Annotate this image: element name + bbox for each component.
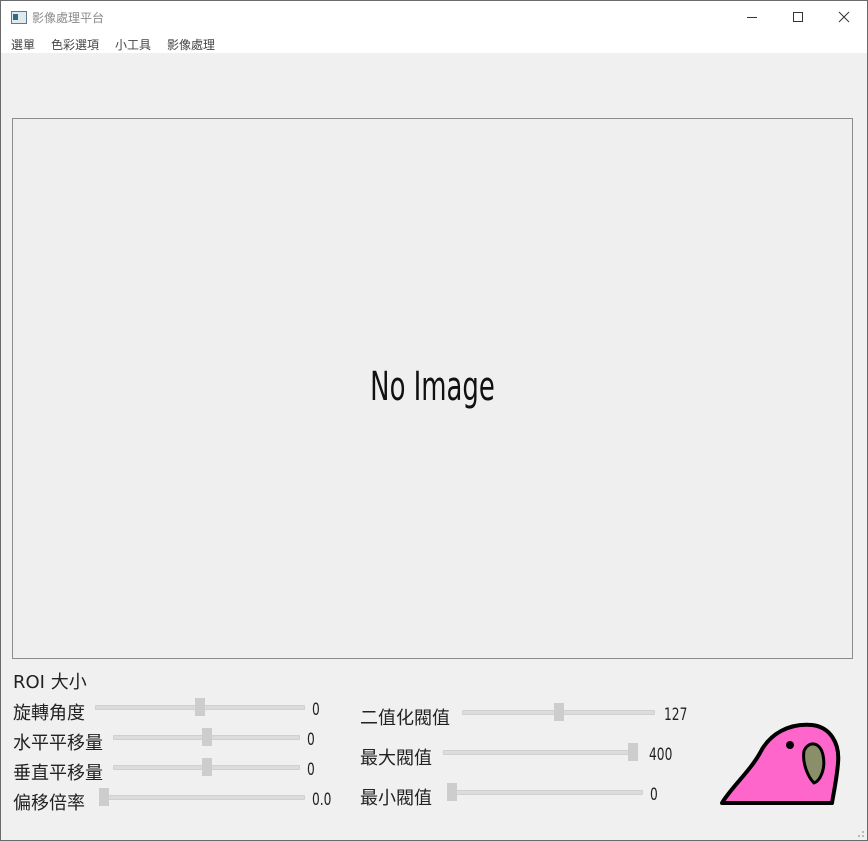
maximize-icon [793,12,803,22]
slider-handle[interactable] [447,783,457,801]
horizontal-shift-label: 水平平移量 [13,733,103,754]
title-bar[interactable]: 影像處理平台 [1,1,867,33]
maximize-button[interactable] [775,1,821,33]
offset-ratio-label: 偏移倍率 [13,793,85,814]
close-button[interactable] [821,1,867,33]
main-window: 影像處理平台 選單 色彩選項 小工具 影像處理 No Image ROI 大小 … [0,0,868,841]
minimize-button[interactable] [729,1,775,33]
min-threshold-slider[interactable] [447,783,643,801]
slider-track [443,750,638,755]
offset-ratio-slider[interactable] [99,788,305,806]
menu-item-main[interactable]: 選單 [11,36,35,53]
binarize-threshold-value: 127 [664,705,688,725]
menu-item-tools[interactable]: 小工具 [115,36,151,53]
menu-item-image-processing[interactable]: 影像處理 [167,36,215,53]
resize-grip-icon[interactable] [855,828,865,838]
menu-bar: 選單 色彩選項 小工具 影像處理 [1,33,867,53]
roi-size-label: ROI 大小 [13,672,87,693]
min-threshold-value: 0 [650,785,658,805]
slider-handle[interactable] [628,743,638,761]
minimize-icon [747,17,757,18]
vertical-shift-slider[interactable] [113,758,300,776]
max-threshold-value: 400 [649,745,673,765]
slider-track [447,790,643,795]
slider-track [99,795,305,800]
slider-handle[interactable] [553,703,564,721]
binarize-threshold-slider[interactable] [462,703,655,721]
min-threshold-label: 最小閥值 [360,788,432,809]
image-display: No Image [12,118,853,659]
slider-handle[interactable] [195,698,205,716]
vertical-shift-value: 0 [307,760,315,780]
horizontal-shift-value: 0 [307,730,315,750]
rotation-angle-value: 0 [312,700,320,720]
max-threshold-label: 最大閥值 [360,748,432,769]
close-icon [838,11,850,23]
offset-ratio-value: 0.0 [312,790,332,810]
rotation-angle-slider[interactable] [95,698,305,716]
max-threshold-slider[interactable] [443,743,638,761]
app-window-icon [11,11,27,24]
rotation-angle-label: 旋轉角度 [13,703,85,724]
slider-handle[interactable] [201,728,212,746]
binarize-threshold-label: 二值化閥值 [360,708,450,729]
slider-handle[interactable] [201,758,212,776]
slider-handle[interactable] [99,788,109,806]
window-title: 影像處理平台 [32,11,105,25]
menu-item-color-options[interactable]: 色彩選項 [51,36,99,53]
party-parrot-icon [720,722,841,805]
vertical-shift-label: 垂直平移量 [13,763,103,784]
no-image-placeholder: No Image [370,364,495,410]
horizontal-shift-slider[interactable] [113,728,300,746]
